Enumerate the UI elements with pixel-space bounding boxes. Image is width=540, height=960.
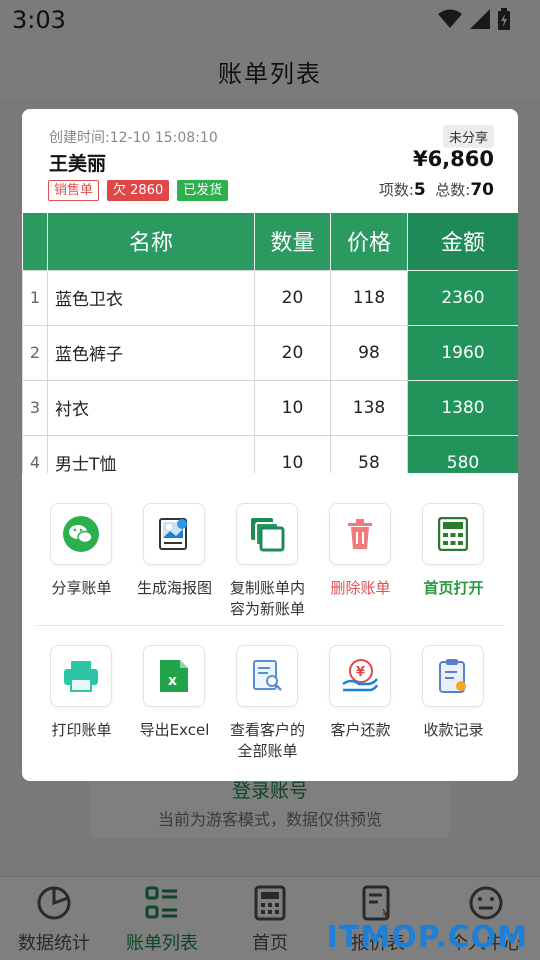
item-price: 98 <box>330 324 408 381</box>
item-price: 118 <box>330 269 408 326</box>
action-label: 复制账单内容为新账单 <box>229 579 305 618</box>
print-bill-icon-box <box>50 645 112 707</box>
column-header-name: 名称 <box>47 213 255 270</box>
payment-records-icon-box <box>422 645 484 707</box>
action-row-1: 分享账单 生成海报图 复制账单内容为新账单 删除账单 首页打开 <box>22 503 518 623</box>
wechat-icon <box>63 516 99 552</box>
item-qty: 20 <box>254 324 331 381</box>
open-on-home-icon-box <box>422 503 484 565</box>
payment-records-button[interactable]: 收款记录 <box>407 645 500 765</box>
table-row: 3 衬衣 10 138 1380 <box>22 379 518 436</box>
calculator-icon <box>438 517 468 551</box>
column-header-amount: 金额 <box>407 213 518 270</box>
action-label: 客户还款 <box>330 721 391 739</box>
item-price: 58 <box>330 434 408 473</box>
copy-bill-button[interactable]: 复制账单内容为新账单 <box>221 503 314 623</box>
item-qty: 10 <box>254 434 331 473</box>
item-price: 138 <box>330 379 408 436</box>
customer-repayment-button[interactable]: ¥ 客户还款 <box>314 645 407 765</box>
divider <box>35 625 505 626</box>
share-bill-button[interactable]: 分享账单 <box>35 503 128 623</box>
table-header-row: 名称 数量 价格 金额 <box>22 213 518 270</box>
bill-tags: 销售单 欠 2860 已发货 <box>48 180 229 201</box>
row-index: 3 <box>22 379 48 436</box>
created-time: 创建时间:12-10 15:08:10 <box>49 130 218 146</box>
customer-name: 王美丽 <box>49 153 107 175</box>
table-row: 4 男士T恤 10 58 580 <box>22 434 518 473</box>
column-header-index <box>22 213 48 270</box>
clipboard-icon <box>439 659 466 693</box>
item-name: 蓝色卫衣 <box>47 269 255 326</box>
action-label: 打印账单 <box>51 721 112 739</box>
view-customer-bills-button[interactable]: 查看客户的全部账单 <box>221 645 314 765</box>
action-label: 删除账单 <box>330 579 391 597</box>
tag-debt: 欠 2860 <box>107 180 170 201</box>
view-customer-bills-icon-box <box>236 645 298 707</box>
export-excel-button[interactable]: x 导出Excel <box>128 645 221 765</box>
action-row-2: 打印账单 x 导出Excel 查看客户的全部账单 ¥ 客户还款 收款记录 <box>22 645 518 765</box>
items-count: 5 <box>413 180 426 200</box>
bill-counts: 项数:5 总数:70 <box>379 179 494 200</box>
svg-text:¥: ¥ <box>356 665 365 680</box>
share-status-badge: 未分享 <box>442 125 494 148</box>
item-amount: 580 <box>407 434 518 473</box>
row-index: 4 <box>22 434 48 473</box>
item-name: 蓝色裤子 <box>47 324 255 381</box>
item-qty: 20 <box>254 269 331 326</box>
poster-icon <box>159 518 187 550</box>
generate-poster-icon-box <box>143 503 205 565</box>
print-bill-button[interactable]: 打印账单 <box>35 645 128 765</box>
action-label: 生成海报图 <box>136 579 212 597</box>
excel-icon: x <box>160 660 188 692</box>
item-name: 男士T恤 <box>47 434 255 473</box>
action-label: 分享账单 <box>51 579 112 597</box>
table-row: 1 蓝色卫衣 20 118 2360 <box>22 269 518 326</box>
item-amount: 2360 <box>407 269 518 326</box>
bill-total: ¥6,860 <box>412 147 494 171</box>
item-amount: 1960 <box>407 324 518 381</box>
repayment-icon: ¥ <box>342 659 379 692</box>
generate-poster-button[interactable]: 生成海报图 <box>128 503 221 623</box>
copy-bill-icon-box <box>236 503 298 565</box>
items-label: 项数: <box>378 181 414 199</box>
watermark: ITMOP.COM <box>326 920 528 955</box>
total-qty: 70 <box>470 180 494 200</box>
bill-actions: 分享账单 生成海报图 复制账单内容为新账单 删除账单 首页打开 打印账单 x 导… <box>22 473 518 781</box>
action-label: 首页打开 <box>423 579 484 597</box>
tag-shipped: 已发货 <box>177 180 229 201</box>
open-on-home-button[interactable]: 首页打开 <box>407 503 500 623</box>
export-excel-icon-box: x <box>143 645 205 707</box>
row-index: 2 <box>22 324 48 381</box>
svg-text:x: x <box>168 673 177 689</box>
column-header-qty: 数量 <box>254 213 331 270</box>
column-header-price: 价格 <box>330 213 408 270</box>
item-amount: 1380 <box>407 379 518 436</box>
row-index: 1 <box>22 269 48 326</box>
delete-bill-button[interactable]: 删除账单 <box>314 503 407 623</box>
item-qty: 10 <box>254 379 331 436</box>
printer-icon <box>64 661 98 692</box>
share-bill-icon-box <box>50 503 112 565</box>
copy-icon <box>251 518 285 552</box>
tag-sale: 销售单 <box>48 180 100 201</box>
action-label: 查看客户的全部账单 <box>229 721 305 760</box>
delete-bill-icon-box <box>329 503 391 565</box>
item-name: 衬衣 <box>47 379 255 436</box>
trash-icon <box>348 519 372 549</box>
total-qty-label: 总数: <box>435 181 471 199</box>
table-row: 2 蓝色裤子 20 98 1960 <box>22 324 518 381</box>
action-label: 收款记录 <box>423 721 484 739</box>
document-search-icon <box>253 660 282 691</box>
bill-items-table[interactable]: 名称 数量 价格 金额 1 蓝色卫衣 20 118 2360 2 蓝色裤子 20 <box>22 213 518 473</box>
customer-repayment-icon-box: ¥ <box>329 645 391 707</box>
bill-detail-dialog: 创建时间:12-10 15:08:10 未分享 王美丽 ¥6,860 销售单 欠… <box>22 109 518 781</box>
action-label: 导出Excel <box>139 721 210 739</box>
